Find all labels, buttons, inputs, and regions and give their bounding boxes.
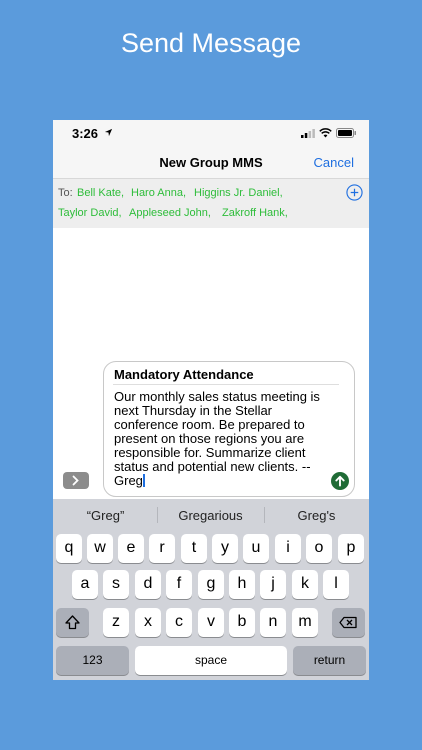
message-line: present on those regions you are [114,431,305,446]
subject-divider [113,384,339,385]
key-u[interactable]: u [243,534,269,563]
suggestion-3[interactable]: Greg's [264,508,369,523]
message-line: status and potential new clients. -- [114,459,311,474]
recipient-chip[interactable]: Bell Kate, [77,187,124,199]
recipient-chip[interactable]: Haro Anna, [131,187,186,199]
key-t[interactable]: t [181,534,207,563]
shift-key[interactable] [56,608,89,637]
to-label: To: [58,187,73,199]
key-o[interactable]: o [306,534,332,563]
phone-screen: 3:26 New Group MMS Cancel To: Bell Kate,… [53,120,369,680]
key-g[interactable]: g [198,570,224,599]
numbers-key[interactable]: 123 [56,646,129,675]
key-b[interactable]: b [229,608,255,637]
message-compose-field[interactable]: Mandatory Attendance Our monthly sales s… [103,361,355,497]
cancel-button[interactable]: Cancel [314,155,354,170]
suggestion-1[interactable]: “Greg” [53,508,158,523]
recipients-field[interactable]: To: Bell Kate, Haro Anna, Higgins Jr. Da… [53,179,369,228]
nav-bar: New Group MMS Cancel [53,148,369,179]
backspace-icon [339,616,357,629]
key-e[interactable]: e [118,534,144,563]
keyboard: q w e r t y u i o p a s d f g h j k l z … [53,531,369,680]
suggestion-2[interactable]: Gregarious [158,508,263,523]
predictive-text-bar: “Greg” Gregarious Greg's [53,499,369,531]
space-key[interactable]: space [135,646,287,675]
cell-signal-icon [301,129,315,138]
key-j[interactable]: j [260,570,286,599]
key-r[interactable]: r [149,534,175,563]
key-s[interactable]: s [103,570,129,599]
recipient-chip[interactable]: Appleseed John, [129,207,211,219]
key-h[interactable]: h [229,570,255,599]
message-body[interactable]: Our monthly sales status meeting is next… [114,390,332,488]
return-key[interactable]: return [293,646,366,675]
key-i[interactable]: i [275,534,301,563]
recipient-chip[interactable]: Taylor David, [58,207,122,219]
add-recipient-icon[interactable] [346,184,363,201]
key-v[interactable]: v [198,608,224,637]
wifi-icon [319,128,332,138]
key-n[interactable]: n [260,608,286,637]
key-l[interactable]: l [323,570,349,599]
key-f[interactable]: f [166,570,192,599]
recipient-chip[interactable]: Higgins Jr. Daniel, [194,187,283,199]
chevron-right-icon [72,475,79,486]
message-line: conference room. Be prepared to [114,417,305,432]
key-q[interactable]: q [56,534,82,563]
battery-icon [336,128,356,138]
key-k[interactable]: k [292,570,318,599]
key-d[interactable]: d [135,570,161,599]
key-w[interactable]: w [87,534,113,563]
shift-icon [65,615,80,630]
status-bar: 3:26 [53,120,369,148]
page-headline: Send Message [120,28,302,58]
status-time: 3:26 [72,126,99,141]
key-c[interactable]: c [166,608,192,637]
message-line: responsible for. Summarize client [114,445,306,460]
expand-button[interactable] [63,472,89,489]
message-line: Greg [114,473,143,488]
key-m[interactable]: m [292,608,318,637]
key-x[interactable]: x [135,608,161,637]
key-z[interactable]: z [103,608,129,637]
subject-line[interactable]: Mandatory Attendance [114,367,254,382]
message-line: next Thursday in the Stellar [114,403,273,418]
key-y[interactable]: y [212,534,238,563]
delete-key[interactable] [332,608,365,637]
recipient-chip[interactable]: Zakroff Hank, [222,207,288,219]
text-cursor [142,474,145,487]
key-a[interactable]: a [72,570,98,599]
key-p[interactable]: p [338,534,364,563]
send-button[interactable] [331,472,349,490]
message-last-line: Greg [114,474,332,488]
message-line: Our monthly sales status meeting is [114,389,320,404]
send-arrow-icon [335,475,345,487]
location-arrow-icon [104,128,113,137]
